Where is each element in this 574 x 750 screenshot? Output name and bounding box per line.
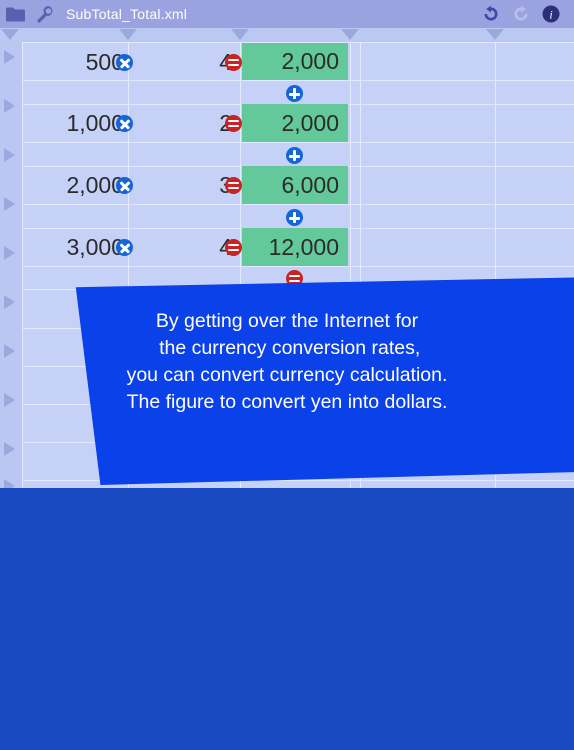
grid-vline bbox=[495, 42, 496, 488]
cell-result[interactable]: 2,000 bbox=[242, 43, 348, 80]
row-handle-3[interactable] bbox=[4, 148, 15, 162]
grid-area[interactable]: 500 4 2,000 1,000 2 2,000 2,000 3 6,000 … bbox=[22, 42, 574, 488]
info-icon[interactable]: i bbox=[536, 0, 566, 28]
multiply-badge[interactable] bbox=[116, 54, 133, 71]
total-equals-badge[interactable] bbox=[286, 270, 303, 287]
row-handle-5[interactable] bbox=[4, 246, 15, 260]
row-handle-9[interactable] bbox=[4, 442, 15, 456]
cell-result[interactable]: 2,000 bbox=[242, 104, 348, 142]
column-handle-d[interactable] bbox=[341, 29, 359, 40]
folder-icon[interactable] bbox=[0, 0, 30, 28]
target-currency-label: USD bbox=[372, 294, 382, 323]
grid-vline bbox=[350, 42, 351, 488]
grid-hline bbox=[22, 442, 574, 443]
grid-hline bbox=[22, 480, 574, 481]
row-handle-4[interactable] bbox=[4, 197, 15, 211]
currency-swap-icon[interactable] bbox=[349, 293, 370, 324]
target-currency-text: USD bbox=[372, 294, 382, 321]
grid-vline bbox=[360, 42, 361, 488]
cell-operand-a[interactable]: 500 bbox=[22, 44, 124, 80]
grid-hline bbox=[22, 142, 574, 143]
multiply-badge[interactable] bbox=[116, 115, 133, 132]
grid-hline bbox=[22, 366, 574, 367]
grid-vline bbox=[128, 42, 129, 488]
spreadsheet[interactable]: 500 4 2,000 1,000 2 2,000 2,000 3 6,000 … bbox=[0, 28, 574, 488]
column-handle-c[interactable] bbox=[231, 29, 249, 40]
row-handle-6[interactable] bbox=[4, 295, 15, 309]
grid-hline bbox=[22, 404, 574, 405]
add-between-badge[interactable] bbox=[286, 85, 303, 102]
grid-hline bbox=[22, 266, 574, 267]
source-currency-text: JPY bbox=[244, 294, 254, 321]
multiply-badge[interactable] bbox=[116, 239, 133, 256]
row-header-bar[interactable] bbox=[0, 42, 22, 488]
cell-total-converted[interactable]: 213.686 bbox=[371, 290, 495, 328]
redo-icon bbox=[506, 0, 536, 28]
svg-text:i: i bbox=[549, 8, 552, 22]
equals-badge[interactable] bbox=[225, 239, 242, 256]
column-handle-a[interactable] bbox=[1, 29, 19, 40]
column-header-bar[interactable] bbox=[0, 28, 574, 42]
row-handle-10[interactable] bbox=[4, 479, 15, 488]
bottom-panel: AUTO i USD bbox=[0, 488, 574, 750]
equals-badge[interactable] bbox=[225, 115, 242, 132]
grid-hline bbox=[22, 204, 574, 205]
document-title: SubTotal_Total.xml bbox=[66, 6, 188, 22]
add-between-badge[interactable] bbox=[286, 147, 303, 164]
cell-operand-a[interactable]: 1,000 bbox=[22, 105, 124, 142]
wrench-icon[interactable] bbox=[30, 0, 60, 28]
cell-result[interactable]: 6,000 bbox=[242, 166, 348, 204]
cell-operand-b[interactable]: 3 bbox=[132, 167, 232, 204]
grid-hline bbox=[22, 80, 574, 81]
row-handle-8[interactable] bbox=[4, 393, 15, 407]
grid-vline bbox=[240, 42, 241, 488]
add-between-badge[interactable] bbox=[286, 209, 303, 226]
cell-operand-b[interactable]: 4 bbox=[132, 229, 232, 266]
equals-badge[interactable] bbox=[225, 54, 242, 71]
grid-hline bbox=[22, 328, 574, 329]
column-handle-b[interactable] bbox=[119, 29, 137, 40]
cell-operand-b[interactable]: 2 bbox=[132, 105, 232, 142]
row-handle-1[interactable] bbox=[4, 50, 15, 64]
undo-icon[interactable] bbox=[476, 0, 506, 28]
cell-operand-a[interactable]: 3,000 bbox=[22, 229, 124, 266]
cell-total-source[interactable]: 22,000 bbox=[242, 290, 348, 328]
multiply-badge[interactable] bbox=[116, 177, 133, 194]
cell-result[interactable]: 12,000 bbox=[242, 228, 348, 266]
source-currency-label: JPY bbox=[244, 294, 254, 323]
cell-operand-a[interactable]: 2,000 bbox=[22, 167, 124, 204]
column-handle-e[interactable] bbox=[486, 29, 504, 40]
top-toolbar: SubTotal_Total.xml i bbox=[0, 0, 574, 28]
row-handle-7[interactable] bbox=[4, 344, 15, 358]
row-handle-2[interactable] bbox=[4, 99, 15, 113]
equals-badge[interactable] bbox=[225, 177, 242, 194]
cell-operand-b[interactable]: 4 bbox=[132, 44, 232, 80]
